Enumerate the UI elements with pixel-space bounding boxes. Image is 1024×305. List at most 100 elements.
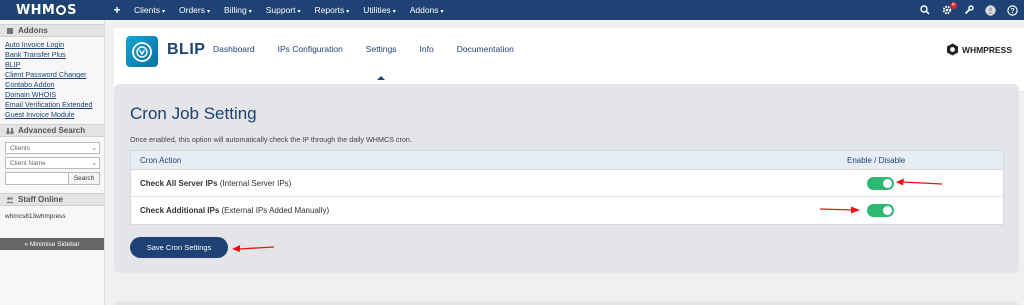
menu-orders-label: Orders [179,5,205,15]
advanced-search-header: Advanced Search [0,124,104,137]
menu-orders[interactable]: Orders ▾ [179,5,210,15]
users-icon [6,196,14,204]
menu-utilities[interactable]: Utilities ▾ [363,5,395,15]
addons-list: Auto Invoice Login Bank Transfer Plus BL… [0,37,104,124]
chevron-down-icon: ▾ [297,9,301,15]
search-field-select[interactable]: Client Name ⌄ [5,157,100,169]
cron-table: Cron Action Enable / Disable Check All S… [130,150,1004,225]
tab-ips-configuration[interactable]: IPs Configuration [278,44,343,54]
addon-title: BLIP [167,41,206,58]
wrench-icon[interactable] [963,5,974,16]
top-navbar: WHM S + Clients ▾ Orders ▾ Billing ▾ Support… [0,0,1024,20]
user-icon[interactable] [985,4,996,16]
whmpress-logo-icon [946,43,958,56]
toggle-check-all-server-ips[interactable] [867,176,894,190]
tab-info[interactable]: Info [420,44,434,54]
search-icon[interactable] [919,5,930,16]
cron-row-name: Check Additional IPs [140,206,220,215]
main-content: BLIP Dashboard IPs Configuration Setting… [106,20,1024,305]
chevron-down-icon: ▾ [392,9,396,15]
sidebar: Addons Auto Invoice Login Bank Transfer … [0,20,105,305]
addon-link-auto-invoice-login[interactable]: Auto Invoice Login [5,40,99,50]
svg-text:?: ? [1010,8,1014,15]
tab-dashboard[interactable]: Dashboard [213,44,255,54]
toggle-knob [883,206,892,215]
chevron-down-icon: ▾ [206,9,210,15]
menu-utilities-label: Utilities [363,5,391,15]
addon-link-email-verification-extended[interactable]: Email Verification Extended [5,100,99,110]
save-cron-settings-button[interactable]: Save Cron Settings [130,237,228,258]
search-button[interactable]: Search [69,172,100,185]
chevron-down-icon: ⌄ [91,160,97,167]
cube-icon [6,27,14,35]
col-enable-disable: Enable / Disable [847,155,906,165]
menu-billing[interactable]: Billing ▾ [224,5,252,15]
chevron-down-icon: ⌄ [91,145,97,152]
next-panel [114,301,1019,305]
addon-tabs: Dashboard IPs Configuration Settings Inf… [213,44,537,80]
addons-panel-title: Addons [18,26,48,35]
logo-text-start: WHM [16,2,56,18]
menu-reports-label: Reports [314,5,345,15]
addons-panel-header: Addons [0,24,104,37]
cron-table-header: Cron Action Enable / Disable [131,151,1003,170]
cron-row-all-server-ips: Check All Server IPs (Internal Server IP… [131,170,1003,197]
whmpress-brand-text: WHMPRESS [961,44,1012,55]
whmcs-logo[interactable]: WHM S [0,0,104,20]
logo-text-end: S [67,2,77,18]
annotation-arrow-icon [232,245,275,252]
addon-link-domain-whois[interactable]: Domain WHOIS [5,90,99,100]
addon-header: BLIP Dashboard IPs Configuration Setting… [114,28,1024,92]
menu-clients[interactable]: Clients ▾ [134,5,165,15]
menu-billing-label: Billing [224,5,247,15]
tab-documentation[interactable]: Documentation [457,44,514,54]
advanced-search-form: Clients ⌄ Client Name ⌄ Search [0,137,104,188]
annotation-arrow-icon [819,206,860,214]
staff-online-user: whmcs813whmpress [5,213,66,220]
blip-logo-icon [126,36,158,67]
cron-row-additional-ips: Check Additional IPs (External IPs Added… [131,197,1003,224]
search-row: Search [5,172,100,185]
addon-link-blip[interactable]: BLIP [5,60,99,70]
minimise-sidebar-button[interactable]: « Minimise Sidebar [0,238,104,250]
cron-row-label: Check Additional IPs (External IPs Added… [131,206,867,215]
cron-toggle-cell [867,197,1003,224]
advanced-search-title: Advanced Search [18,126,86,135]
chevron-down-icon: ▾ [346,9,350,15]
help-icon[interactable]: ? [1007,4,1018,16]
search-input[interactable] [5,172,69,185]
addon-link-bank-transfer-plus[interactable]: Bank Transfer Plus [5,50,99,60]
main-menu: Clients ▾ Orders ▾ Billing ▾ Support ▾ Repor… [134,5,458,15]
notification-badge: ✕ [950,1,957,9]
cron-description: Once enabled, this option will automatic… [130,135,412,144]
menu-support-label: Support [265,5,296,15]
gear-icon[interactable]: ✕ [941,1,957,16]
addon-link-client-password-changer[interactable]: Client Password Changer [5,70,99,80]
chevron-down-icon: ▾ [161,9,165,15]
chevron-down-icon: ▾ [248,9,252,15]
menu-addons[interactable]: Addons ▾ [410,5,444,15]
add-new-button[interactable]: + [108,3,126,17]
addon-link-guest-invoice-module[interactable]: Guest Invoice Module [5,110,99,120]
menu-reports[interactable]: Reports ▾ [315,5,350,15]
tab-settings[interactable]: Settings [365,44,397,80]
search-field-value: Client Name [10,159,46,167]
cron-row-name: Check All Server IPs [140,178,218,188]
cron-title: Cron Job Setting [130,104,257,123]
whmpress-brand: WHMPRESS [946,43,1012,56]
logo-o-icon [56,5,67,15]
cron-row-detail: (External IPs Added Manually) [221,206,330,215]
addon-link-contabo-addon[interactable]: Contabo Addon [5,80,99,90]
col-cron-action: Cron Action [140,155,182,165]
menu-addons-label: Addons [409,5,439,15]
tab-settings-label: Settings [365,44,397,54]
annotation-arrow-icon [896,178,943,186]
toggle-check-additional-ips[interactable] [867,204,894,217]
cron-row-detail: (Internal Server IPs) [219,178,292,188]
cron-row-label: Check All Server IPs (Internal Server IP… [131,179,867,188]
binoculars-icon [6,127,14,135]
menu-support[interactable]: Support ▾ [266,5,301,15]
staff-online-title: Staff Online [18,195,63,204]
search-type-select[interactable]: Clients ⌄ [5,142,100,154]
chevron-down-icon: ▾ [440,9,444,15]
